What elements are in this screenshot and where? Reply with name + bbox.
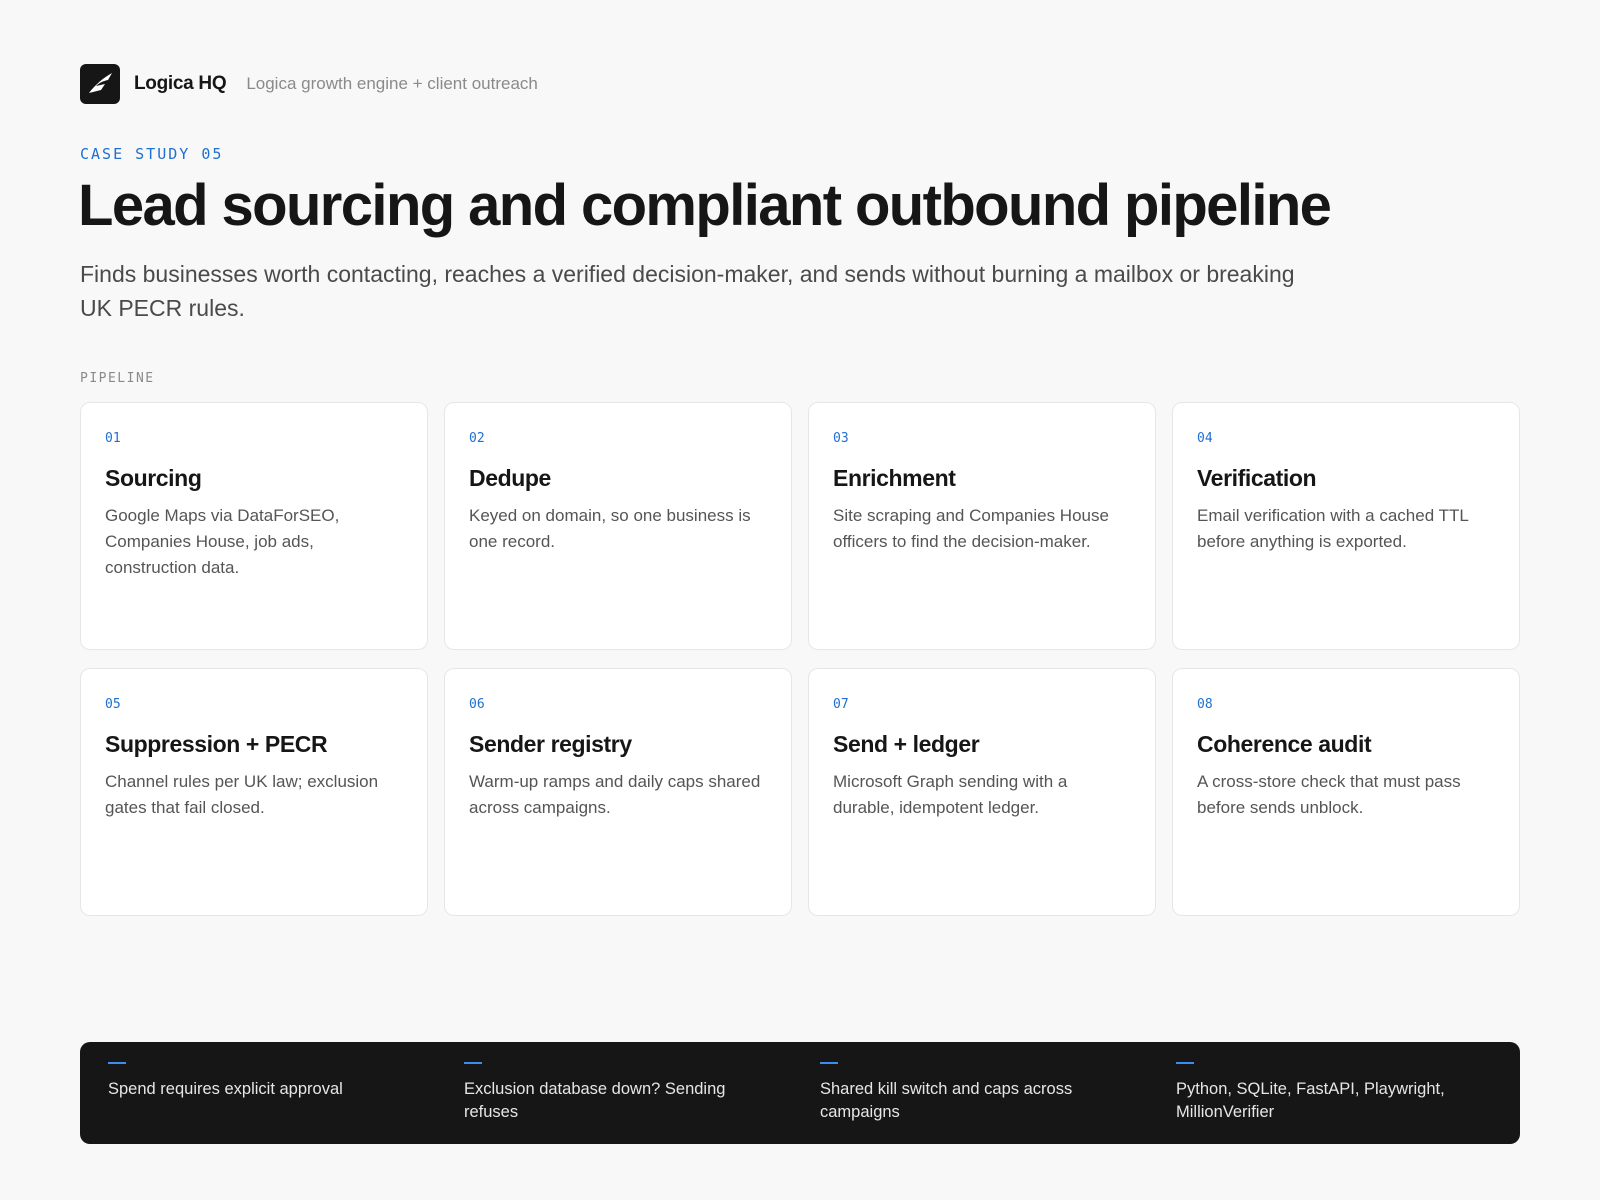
step-number: 01: [105, 431, 121, 446]
page-lede: Finds businesses worth contacting, reach…: [80, 261, 1295, 321]
step-number: 08: [1197, 697, 1213, 712]
footer-text: Spend requires explicit approval: [108, 1080, 343, 1098]
accent-dash: [1176, 1062, 1194, 1064]
step-description: Email verification with a cached TTL bef…: [1197, 506, 1469, 551]
footer-text: Exclusion database down? Sending refuses: [464, 1080, 726, 1121]
step-title: Dedupe: [469, 465, 551, 491]
case-study-eyebrow: CASE STUDY 05: [80, 145, 224, 163]
pipeline-card: 08 Coherence audit A cross-store check t…: [1172, 668, 1520, 916]
accent-dash: [820, 1062, 838, 1064]
step-description: Keyed on domain, so one business is one …: [469, 506, 751, 551]
step-title: Verification: [1197, 465, 1317, 491]
pipeline-card: 03 Enrichment Site scraping and Companie…: [808, 402, 1156, 650]
pipeline-card: 04 Verification Email verification with …: [1172, 402, 1520, 650]
footer-item: Python, SQLite, FastAPI, Playwright, Mil…: [1176, 1062, 1492, 1144]
pipeline-grid: 01 Sourcing Google Maps via DataForSEO, …: [80, 402, 1520, 916]
pipeline-card: 02 Dedupe Keyed on domain, so one busine…: [444, 402, 792, 650]
brand-name: Logica HQ: [134, 73, 227, 94]
footer-panel: Spend requires explicit approval Exclusi…: [80, 1042, 1520, 1144]
step-title: Sender registry: [469, 731, 632, 757]
footer-item: Exclusion database down? Sending refuses: [464, 1062, 780, 1144]
pipeline-card: 05 Suppression + PECR Channel rules per …: [80, 668, 428, 916]
step-description: Site scraping and Companies House office…: [833, 506, 1109, 551]
step-number: 05: [105, 697, 121, 712]
accent-dash: [108, 1062, 126, 1064]
pipeline-card: 01 Sourcing Google Maps via DataForSEO, …: [80, 402, 428, 650]
step-number: 07: [833, 697, 849, 712]
step-title: Enrichment: [833, 465, 956, 491]
header: Logica HQ Logica growth engine + client …: [80, 64, 538, 104]
section-label: PIPELINE: [80, 371, 155, 386]
pipeline-card: 06 Sender registry Warm-up ramps and dai…: [444, 668, 792, 916]
footer-item: Spend requires explicit approval: [108, 1062, 424, 1144]
brand-subtitle: Logica growth engine + client outreach: [246, 74, 538, 93]
accent-dash: [464, 1062, 482, 1064]
step-description: A cross-store check that must pass befor…: [1197, 772, 1461, 817]
page-title: Lead sourcing and compliant outbound pip…: [78, 173, 1332, 238]
footer-text: Python, SQLite, FastAPI, Playwright, Mil…: [1176, 1080, 1445, 1121]
step-number: 04: [1197, 431, 1213, 446]
step-title: Sourcing: [105, 465, 202, 491]
logo-icon: [80, 64, 120, 104]
step-title: Suppression + PECR: [105, 731, 328, 757]
footer-text: Shared kill switch and caps across campa…: [820, 1080, 1073, 1121]
step-description: Microsoft Graph sending with a durable, …: [833, 772, 1068, 817]
step-description: Google Maps via DataForSEO, Companies Ho…: [105, 506, 340, 577]
step-title: Coherence audit: [1197, 731, 1372, 757]
step-number: 02: [469, 431, 485, 446]
step-description: Channel rules per UK law; exclusion gate…: [105, 772, 379, 817]
step-description: Warm-up ramps and daily caps shared acro…: [469, 772, 761, 817]
footer-item: Shared kill switch and caps across campa…: [820, 1062, 1136, 1144]
pipeline-card: 07 Send + ledger Microsoft Graph sending…: [808, 668, 1156, 916]
step-title: Send + ledger: [833, 731, 980, 757]
step-number: 06: [469, 697, 485, 712]
step-number: 03: [833, 431, 849, 446]
